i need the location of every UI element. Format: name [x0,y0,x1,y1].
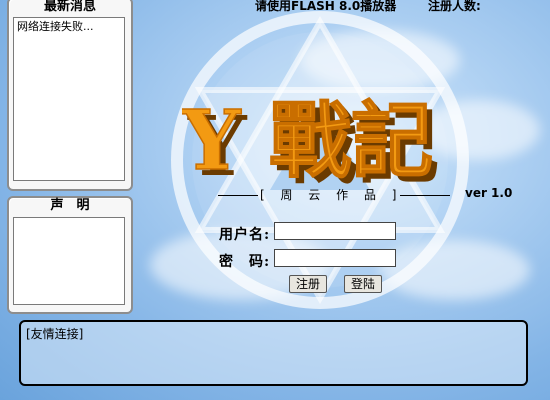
subtitle-line-right [400,195,450,196]
author-subtitle: [ 周 云 作 品 ] [260,188,403,202]
register-button[interactable]: 注册 [289,275,328,293]
news-content[interactable]: 网络连接失败... [13,17,125,181]
friend-links-panel: [友情连接] [19,320,528,386]
logo-text-face: Y 戰記 [182,95,433,187]
friend-links-title: [友情连接] [26,327,84,341]
subtitle-line-left [218,195,258,196]
password-label: 密 码: [219,254,271,270]
username-input[interactable] [274,222,396,240]
news-panel: 最新消息 网络连接失败... [7,0,133,191]
statement-panel-title: 声 明 [50,198,90,213]
registered-count-label: 注册人数: [428,0,481,13]
news-panel-title: 最新消息 [43,0,96,14]
login-button[interactable]: 登陆 [344,275,383,293]
version-label: ver 1.0 [465,186,513,200]
game-logo: Y 戰記 Y 戰記 [182,95,439,187]
username-label: 用户名: [219,227,271,243]
statement-content[interactable] [13,217,125,305]
statement-panel: 声 明 [7,196,133,314]
password-input[interactable] [274,249,396,267]
player-notice: 请使用FLASH 8.0播放器 [255,0,397,13]
